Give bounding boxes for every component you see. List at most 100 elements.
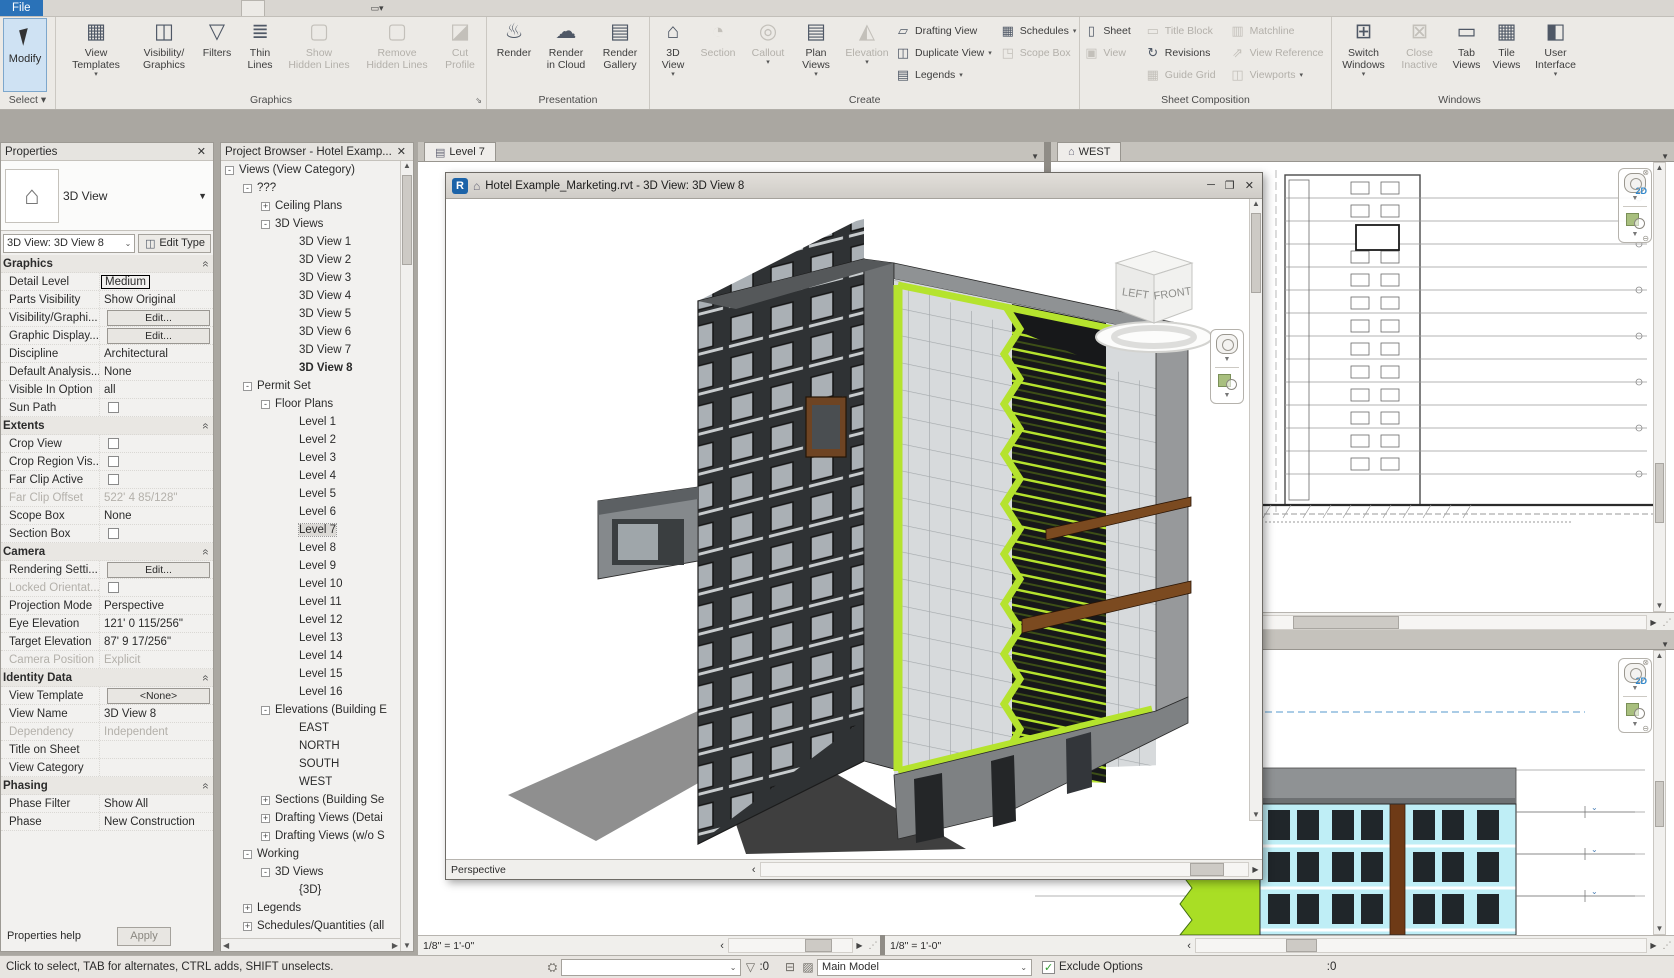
property-row[interactable]: Far Clip Offset 522' 4 85/128" [1,489,213,507]
ribbon-tab[interactable] [109,0,131,16]
active-only-icon[interactable]: ▨ [799,960,817,974]
displaced-elements-icon[interactable] [715,862,730,877]
tree-item[interactable]: Level 4 [221,467,400,485]
property-row[interactable]: Graphic Display... Edit... [1,327,213,345]
zoom-icon[interactable] [1217,372,1237,390]
edit-type-button[interactable]: ◫ Edit Type [138,234,211,253]
render-gallery-button[interactable]: ▤ RenderGallery [594,18,646,92]
crop-view-icon[interactable] [564,938,579,953]
crop-region-icon[interactable] [581,938,596,953]
property-row[interactable]: Crop View [1,435,213,453]
sun-settings-icon[interactable] [513,938,528,953]
displaced-elements-icon[interactable] [1150,938,1165,953]
steering-wheel-icon[interactable]: 2D [1624,663,1646,683]
zoom-icon[interactable] [1625,701,1645,719]
reveal-hidden-icon[interactable] [664,862,679,877]
close-icon[interactable]: ✕ [394,145,409,158]
ribbon-tab[interactable] [153,0,175,16]
tree-item[interactable]: 3D View 1 [221,233,400,251]
tree-item[interactable]: Level 8 [221,539,400,557]
tree-item[interactable]: {3D} [221,881,400,899]
tree-item[interactable]: - Floor Plans [221,395,400,413]
ribbon-tab[interactable] [87,0,109,16]
property-row[interactable]: Parts Visibility Show Original [1,291,213,309]
view-templates-button[interactable]: ▦ ViewTemplates ▾ [59,18,133,92]
cut-profile-button[interactable]: ◪ CutProfile [437,18,483,92]
property-row[interactable]: Discipline Architectural [1,345,213,363]
close-button[interactable]: ✕ [1245,179,1254,192]
west-vscrollbar[interactable]: ▲▼ [1653,162,1666,612]
switch-windows-button[interactable]: ⊞ SwitchWindows ▾ [1335,18,1393,92]
apply-button[interactable]: Apply [117,927,171,946]
tree-item[interactable]: + Ceiling Plans [221,197,400,215]
reveal-hidden-icon[interactable] [632,938,647,953]
property-row[interactable]: Extents [1,417,213,435]
tree-item[interactable]: 3D View 3 [221,269,400,287]
view-reference-button[interactable]: ⇗ View Reference [1230,42,1328,64]
revisions-button[interactable]: ↻ Revisions [1145,42,1220,64]
tree-item[interactable]: Level 7 [221,521,400,539]
design-option-select[interactable]: Main Model⌄ [817,959,1032,976]
active-workset-select[interactable]: ⌄ [561,959,741,976]
property-row[interactable]: View Category [1,759,213,777]
property-row[interactable]: Locked Orientat... [1,579,213,597]
unlocked-3d-icon[interactable] [1065,938,1080,953]
ribbon-tab[interactable] [43,0,65,16]
property-row[interactable]: Eye Elevation 121' 0 115/256" [1,615,213,633]
render-in-cloud-button[interactable]: ☁ Renderin Cloud [538,18,594,92]
close-icon[interactable]: ✕ [194,145,209,158]
shadows-icon[interactable] [530,938,545,953]
property-row[interactable]: Rendering Setti... Edit... [1,561,213,579]
scale-button[interactable]: 1/8" = 1'-0" [423,940,474,952]
tree-item[interactable]: 3D View 6 [221,323,400,341]
remove-hidden-lines-button[interactable]: ▢ RemoveHidden Lines [357,18,437,92]
unlocked-3d-icon[interactable] [630,862,645,877]
drafting-view-button[interactable]: ▱ Drafting View [895,20,992,42]
detail-level-icon[interactable] [511,862,526,877]
collapse-icon[interactable]: ‹ [752,864,756,876]
maximize-button[interactable]: ❐ [1225,179,1235,192]
title-block-button[interactable]: ▭ Title Block [1145,20,1220,42]
tree-item[interactable]: - ??? [221,179,400,197]
show-hidden-lines-button[interactable]: ▢ ShowHidden Lines [281,18,357,92]
section-button[interactable]: ◔ Section [693,18,743,92]
property-row[interactable]: Visible In Option all [1,381,213,399]
render-dialog-icon[interactable] [579,862,594,877]
tree-item[interactable]: Level 16 [221,683,400,701]
property-row[interactable]: Phasing [1,777,213,795]
ribbon-tab[interactable] [241,0,265,16]
worksets-icon[interactable]: ⛭ [543,960,561,975]
ribbon-tab[interactable] [175,0,197,16]
tree-item[interactable]: 3D View 8 [221,359,400,377]
minimize-button[interactable]: ─ [1207,179,1215,192]
sun-settings-icon[interactable] [980,938,995,953]
browser-hscrollbar[interactable]: ◀▶ [221,938,400,951]
crop-view-icon[interactable] [596,862,611,877]
property-row[interactable]: Detail Level Medium [1,273,213,291]
tree-item[interactable]: Level 1 [221,413,400,431]
view-cube[interactable]: LEFT FRONT [1084,241,1224,361]
tree-item[interactable]: 3D View 4 [221,287,400,305]
projection-label[interactable]: Perspective [451,864,506,876]
property-row[interactable]: Section Box [1,525,213,543]
worksharing-display-icon[interactable] [698,862,713,877]
property-row[interactable]: Far Clip Active [1,471,213,489]
tree-item[interactable]: - Views (View Category) [221,161,400,179]
properties-help-link[interactable]: Properties help [7,930,81,942]
tree-item[interactable]: + Sections (Building Se [221,791,400,809]
property-row[interactable]: Phase Filter Show All [1,795,213,813]
tree-item[interactable]: - 3D Views [221,863,400,881]
ribbon-tab[interactable] [197,0,219,16]
tree-item[interactable]: Level 5 [221,485,400,503]
temporary-view-properties-icon[interactable] [1116,938,1131,953]
type-selector[interactable]: 3D View [63,189,198,203]
tree-item[interactable]: 3D View 5 [221,305,400,323]
ribbon-collapse-icon[interactable]: ▭▾ [371,0,384,16]
dialog-launcher-icon[interactable]: ⇘ [475,96,482,105]
tree-item[interactable]: 3D View 2 [221,251,400,269]
browser-vscrollbar[interactable]: ▲▼ [400,161,413,951]
tree-item[interactable]: + Drafting Views (Detai [221,809,400,827]
window-title-bar[interactable]: R ⌂ Hotel Example_Marketing.rvt - 3D Vie… [446,173,1262,199]
temporary-hide-isolate-icon[interactable] [615,938,630,953]
property-row[interactable]: Phase New Construction [1,813,213,831]
